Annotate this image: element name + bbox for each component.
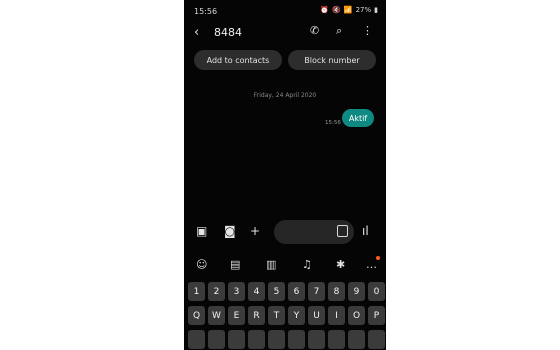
key-o[interactable]: O bbox=[348, 306, 365, 325]
key-8[interactable]: 8 bbox=[328, 282, 345, 301]
message-input[interactable] bbox=[274, 220, 354, 244]
key-4[interactable]: 4 bbox=[248, 282, 265, 301]
phone-screen: 15:56 ⏰ 🔇 📶 27% ▮ ‹ 8484 ✆ ⌕ ⋮ Add to co… bbox=[184, 0, 386, 350]
contact-title: 8484 bbox=[214, 26, 242, 39]
wifi-icon: 📶 bbox=[343, 6, 353, 14]
alarm-icon: ⏰ bbox=[320, 6, 330, 14]
key-6[interactable]: 6 bbox=[288, 282, 305, 301]
key-partial-4[interactable] bbox=[248, 330, 265, 349]
key-partial-1[interactable] bbox=[188, 330, 205, 349]
key-partial-6[interactable] bbox=[288, 330, 305, 349]
key-y[interactable]: Y bbox=[288, 306, 305, 325]
emoji-icon[interactable]: ☺ bbox=[196, 258, 207, 271]
sticker-icon[interactable] bbox=[337, 225, 348, 237]
app-bar: ‹ 8484 ✆ ⌕ ⋮ bbox=[184, 22, 386, 46]
mute-icon: 🔇 bbox=[332, 6, 341, 14]
key-t[interactable]: T bbox=[268, 306, 285, 325]
key-e[interactable]: E bbox=[228, 306, 245, 325]
voice-wave-icon[interactable]: ıl bbox=[362, 224, 369, 238]
settings-icon[interactable]: ✱ bbox=[336, 258, 345, 271]
back-arrow-icon[interactable]: ‹ bbox=[194, 25, 199, 40]
key-7[interactable]: 7 bbox=[308, 282, 325, 301]
keyboard-toolbar: ☺ ▤ ▥ ♫ ✱ … bbox=[184, 256, 386, 274]
keyboard-row-partial bbox=[188, 330, 385, 349]
phone-icon[interactable]: ✆ bbox=[310, 24, 319, 37]
status-time: 15:56 bbox=[194, 7, 218, 16]
message-time: 15:56 bbox=[325, 120, 341, 126]
key-9[interactable]: 9 bbox=[348, 282, 365, 301]
battery-icon: ▮ bbox=[374, 6, 378, 14]
key-2[interactable]: 2 bbox=[208, 282, 225, 301]
notification-dot bbox=[376, 256, 380, 260]
key-partial-8[interactable] bbox=[328, 330, 345, 349]
key-p[interactable]: P bbox=[368, 306, 385, 325]
more-icon[interactable]: … bbox=[366, 258, 377, 271]
search-icon[interactable]: ⌕ bbox=[336, 24, 342, 38]
key-partial-3[interactable] bbox=[228, 330, 245, 349]
sticker-icon[interactable]: ▤ bbox=[230, 258, 240, 271]
contact-actions: Add to contacts Block number bbox=[194, 50, 376, 70]
key-q[interactable]: Q bbox=[188, 306, 205, 325]
block-number-button[interactable]: Block number bbox=[288, 50, 376, 70]
camera-icon[interactable]: ◙ bbox=[224, 224, 236, 238]
plus-icon[interactable]: + bbox=[250, 224, 260, 238]
key-i[interactable]: I bbox=[328, 306, 345, 325]
keyboard: 1 2 3 4 5 6 7 8 9 0 Q W E R T Y U I O P bbox=[184, 280, 386, 350]
key-1[interactable]: 1 bbox=[188, 282, 205, 301]
key-partial-2[interactable] bbox=[208, 330, 225, 349]
key-partial-5[interactable] bbox=[268, 330, 285, 349]
key-3[interactable]: 3 bbox=[228, 282, 245, 301]
key-partial-10[interactable] bbox=[368, 330, 385, 349]
date-separator: Friday, 24 April 2020 bbox=[253, 92, 317, 99]
key-partial-9[interactable] bbox=[348, 330, 365, 349]
image-icon[interactable]: ▣ bbox=[196, 224, 207, 238]
key-w[interactable]: W bbox=[208, 306, 225, 325]
composer-bar: ▣ ◙ + ıl bbox=[184, 218, 386, 246]
key-r[interactable]: R bbox=[248, 306, 265, 325]
status-bar: 15:56 ⏰ 🔇 📶 27% ▮ bbox=[184, 0, 386, 22]
key-5[interactable]: 5 bbox=[268, 282, 285, 301]
add-to-contacts-button[interactable]: Add to contacts bbox=[194, 50, 282, 70]
battery-level: 27% bbox=[355, 6, 372, 14]
keyboard-row-numbers: 1 2 3 4 5 6 7 8 9 0 bbox=[188, 282, 385, 301]
mic-icon[interactable]: ♫ bbox=[302, 258, 312, 271]
key-partial-7[interactable] bbox=[308, 330, 325, 349]
keyboard-row-qwerty: Q W E R T Y U I O P bbox=[188, 306, 385, 325]
more-vert-icon[interactable]: ⋮ bbox=[362, 24, 373, 37]
clipboard-icon[interactable]: ▥ bbox=[266, 258, 276, 271]
message-bubble[interactable]: Aktif bbox=[342, 109, 374, 127]
key-0[interactable]: 0 bbox=[368, 282, 385, 301]
key-u[interactable]: U bbox=[308, 306, 325, 325]
